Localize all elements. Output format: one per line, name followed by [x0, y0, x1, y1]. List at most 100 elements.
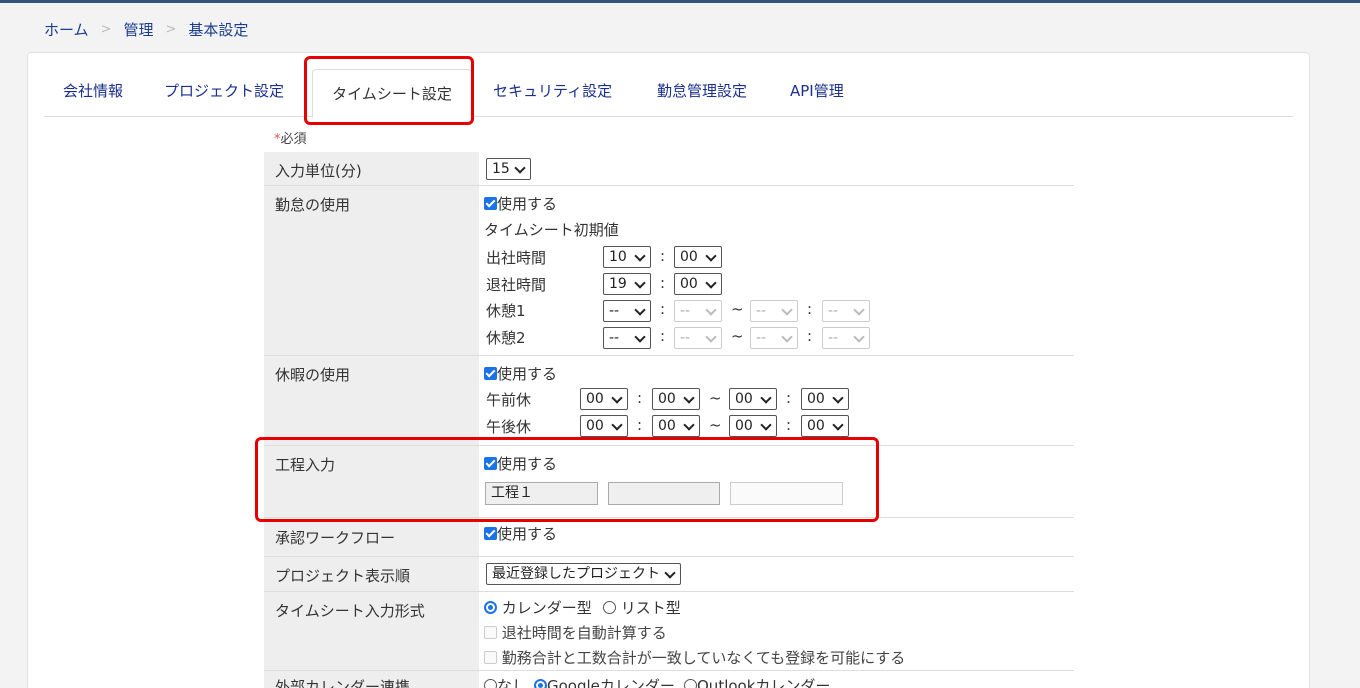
start-time-label: 出社時間 — [486, 249, 547, 267]
colon-separator: : — [807, 300, 813, 318]
auto-calc-checkbox[interactable]: 退社時間を自動計算する — [484, 622, 667, 643]
breadcrumb-basic-settings-link[interactable]: 基本設定 — [188, 19, 248, 40]
row-process-input: 工程入力 使用する 工程１ — [264, 446, 1074, 518]
approval-workflow-value-cell: 使用する — [479, 518, 1074, 556]
attendance-use-text: 使用する — [497, 195, 558, 213]
input-unit-value-cell: 15 — [479, 152, 1074, 185]
checkbox-unchecked-icon — [484, 651, 497, 664]
break1-start-hour-select[interactable]: -- — [603, 300, 651, 322]
radio-unselected-icon — [603, 601, 616, 614]
break1-end-minute-select[interactable]: -- — [822, 300, 870, 322]
checkbox-unchecked-icon — [484, 626, 497, 639]
tab-security-settings[interactable]: セキュリティ設定 — [493, 64, 612, 117]
radio-none-option[interactable]: なし — [484, 675, 527, 688]
break2-end-hour-select[interactable]: -- — [750, 327, 798, 349]
radio-calendar-text: カレンダー型 — [501, 599, 592, 617]
allow-mismatch-checkbox[interactable]: 勤務合計と工数合計が一致していなくても登録を可能にする — [484, 647, 905, 668]
radio-outlook-option[interactable]: Outlookカレンダー — [684, 675, 830, 688]
breadcrumb-admin-link[interactable]: 管理 — [123, 19, 153, 40]
project-display-order-label: プロジェクト表示順 — [264, 557, 479, 591]
row-approval-workflow: 承認ワークフロー 使用する — [264, 518, 1074, 557]
end-hour-select[interactable]: 19 — [603, 273, 651, 295]
row-input-unit: 入力単位(分) 15 — [264, 152, 1074, 186]
am-leave-label: 午前休 — [486, 391, 532, 409]
top-border — [0, 0, 1360, 3]
break2-end-minute-select[interactable]: -- — [822, 327, 870, 349]
radio-list-text: リスト型 — [620, 599, 681, 617]
breadcrumb: ホーム > 管理 > 基本設定 — [44, 18, 248, 40]
am-start-minute-select[interactable]: 00 — [652, 388, 700, 410]
allow-mismatch-text: 勤務合計と工数合計が一致していなくても登録を可能にする — [501, 649, 906, 667]
leave-use-checkbox[interactable]: 使用する — [484, 363, 557, 384]
leave-value-cell: 使用する 午前休 00 : 00 ~ 00 : 00 午後休 00 : 00 ~… — [479, 356, 1074, 445]
tab-timesheet-settings[interactable]: タイムシート設定 — [312, 69, 472, 118]
colon-separator: : — [807, 327, 813, 345]
colon-separator: : — [786, 416, 792, 434]
colon-separator: : — [660, 327, 666, 345]
break2-label: 休憩2 — [486, 329, 526, 347]
external-calendar-value-cell: なし Googleカレンダー Outlookカレンダー — [479, 671, 1074, 688]
attendance-label: 勤怠の使用 — [264, 186, 479, 355]
attendance-use-checkbox[interactable]: 使用する — [484, 193, 557, 214]
row-attendance: 勤怠の使用 使用する タイムシート初期値 出社時間 10 : 00 退社時間 1… — [264, 186, 1074, 356]
row-external-calendar: 外部カレンダー連携 なし Googleカレンダー Outlookカレンダー — [264, 671, 1074, 688]
break1-start-minute-select[interactable]: -- — [674, 300, 722, 322]
approval-use-text: 使用する — [497, 525, 558, 543]
radio-outlook-text: Outlookカレンダー — [697, 677, 831, 688]
checkbox-checked-icon — [484, 457, 497, 470]
pm-start-minute-select[interactable]: 00 — [652, 415, 700, 437]
pm-start-hour-select[interactable]: 00 — [580, 415, 628, 437]
project-display-order-value-cell: 最近登録したプロジェクト — [479, 557, 1074, 591]
process-input-value-cell: 使用する 工程１ — [479, 446, 1074, 517]
am-start-hour-select[interactable]: 00 — [580, 388, 628, 410]
pm-end-hour-select[interactable]: 00 — [729, 415, 777, 437]
radio-google-option[interactable]: Googleカレンダー — [534, 675, 675, 688]
tilde-separator: ~ — [731, 327, 744, 345]
radio-unselected-icon — [484, 679, 497, 688]
timesheet-format-value-cell: カレンダー型 リスト型 退社時間を自動計算する 勤務合計と工数合計が一致していな… — [479, 592, 1074, 670]
timesheet-initial-title: タイムシート初期値 — [484, 221, 619, 239]
radio-calendar-option[interactable]: カレンダー型 — [484, 597, 592, 618]
required-note: *必須 — [274, 128, 307, 147]
break2-start-hour-select[interactable]: -- — [603, 327, 651, 349]
colon-separator: : — [660, 300, 666, 318]
tilde-separator: ~ — [709, 389, 722, 407]
colon-separator: : — [660, 274, 666, 292]
breadcrumb-separator: > — [100, 21, 112, 37]
pm-end-minute-select[interactable]: 00 — [801, 415, 849, 437]
process-name-input-1[interactable]: 工程１ — [485, 482, 598, 505]
input-unit-select[interactable]: 15 — [486, 158, 531, 180]
radio-unselected-icon — [684, 679, 697, 688]
breadcrumb-home-link[interactable]: ホーム — [44, 19, 89, 40]
approval-use-checkbox[interactable]: 使用する — [484, 523, 557, 544]
end-minute-select[interactable]: 00 — [674, 273, 722, 295]
am-end-minute-select[interactable]: 00 — [801, 388, 849, 410]
colon-separator: : — [786, 389, 792, 407]
break1-end-hour-select[interactable]: -- — [750, 300, 798, 322]
process-name-input-3[interactable] — [730, 482, 843, 505]
break2-start-minute-select[interactable]: -- — [674, 327, 722, 349]
tab-company-info[interactable]: 会社情報 — [63, 64, 123, 117]
external-calendar-label: 外部カレンダー連携 — [264, 671, 479, 688]
checkbox-checked-icon — [484, 367, 497, 380]
tab-project-settings[interactable]: プロジェクト設定 — [164, 64, 284, 117]
start-hour-select[interactable]: 10 — [603, 246, 651, 268]
process-use-text: 使用する — [497, 455, 558, 473]
breadcrumb-separator: > — [165, 21, 177, 37]
input-unit-label: 入力単位(分) — [264, 152, 479, 185]
project-display-order-select[interactable]: 最近登録したプロジェクト — [486, 563, 681, 585]
am-end-hour-select[interactable]: 00 — [729, 388, 777, 410]
row-timesheet-format: タイムシート入力形式 カレンダー型 リスト型 退社時間を自動計算する 勤務合計と… — [264, 592, 1074, 671]
process-input-label: 工程入力 — [264, 446, 479, 517]
end-time-label: 退社時間 — [486, 276, 547, 294]
process-use-checkbox[interactable]: 使用する — [484, 453, 557, 474]
process-name-input-2[interactable] — [608, 482, 720, 505]
tilde-separator: ~ — [731, 300, 744, 318]
tab-attendance-settings[interactable]: 勤怠管理設定 — [657, 64, 747, 117]
radio-list-option[interactable]: リスト型 — [603, 597, 681, 618]
checkbox-checked-icon — [484, 197, 497, 210]
leave-use-text: 使用する — [497, 365, 558, 383]
radio-selected-icon — [534, 679, 547, 688]
start-minute-select[interactable]: 00 — [674, 246, 722, 268]
tab-api-management[interactable]: API管理 — [790, 64, 844, 117]
